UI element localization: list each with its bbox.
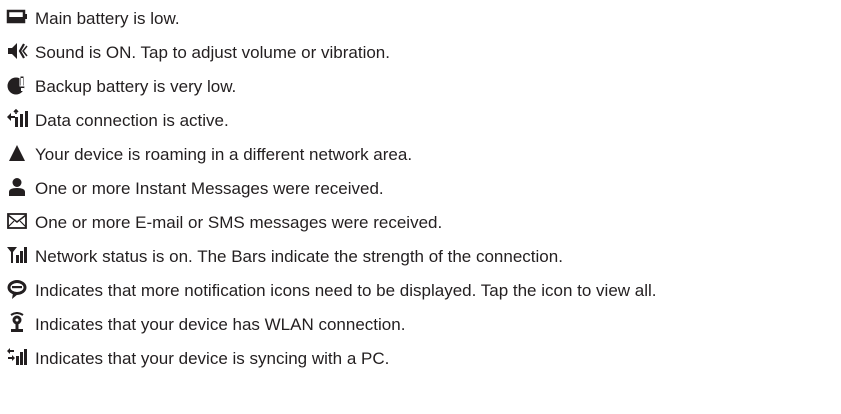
legend-item-text: Sound is ON. Tap to adjust volume or vib… <box>35 43 390 62</box>
low-battery-icon <box>6 6 28 28</box>
data-connection-icon <box>6 108 28 130</box>
legend-item-instant-messages: One or more Instant Messages were receiv… <box>0 170 841 204</box>
legend-item-text: Your device is roaming in a different ne… <box>35 145 413 164</box>
person-icon <box>6 176 28 198</box>
legend-item-roaming: Your device is roaming in a different ne… <box>0 136 841 170</box>
legend-item-network-status: Network status is on. The Bars indicate … <box>0 238 841 272</box>
legend-item-data-connection: Data connection is active. <box>0 102 841 136</box>
legend-item-text: Indicates that more notification icons n… <box>35 281 657 300</box>
backup-battery-icon <box>6 74 28 96</box>
legend-item-main-battery: Main battery is low. <box>0 0 841 34</box>
legend-item-text: One or more E-mail or SMS messages were … <box>35 213 443 232</box>
legend-item-email-sms: One or more E-mail or SMS messages were … <box>0 204 841 238</box>
legend-item-backup-battery: Backup battery is very low. <box>0 68 841 102</box>
legend-item-sound: Sound is ON. Tap to adjust volume or vib… <box>0 34 841 68</box>
legend-item-text: Data connection is active. <box>35 111 229 130</box>
sync-icon <box>6 346 28 368</box>
speaker-icon <box>6 40 28 62</box>
legend-item-text: One or more Instant Messages were receiv… <box>35 179 384 198</box>
signal-bars-icon <box>6 244 28 266</box>
legend-item-more-notifications: Indicates that more notification icons n… <box>0 272 841 306</box>
wlan-icon <box>6 312 28 334</box>
legend-item-text: Main battery is low. <box>35 9 180 28</box>
legend-item-wlan: Indicates that your device has WLAN conn… <box>0 306 841 340</box>
legend-item-text: Backup battery is very low. <box>35 77 237 96</box>
status-icon-legend: Main battery is low. Sound is ON. Tap to… <box>0 0 841 414</box>
speech-bubble-icon <box>6 278 28 300</box>
envelope-icon <box>6 210 28 232</box>
legend-item-text: Network status is on. The Bars indicate … <box>35 247 563 266</box>
legend-item-text: Indicates that your device is syncing wi… <box>35 349 390 368</box>
roaming-icon <box>6 142 28 164</box>
legend-item-text: Indicates that your device has WLAN conn… <box>35 315 406 334</box>
legend-item-syncing: Indicates that your device is syncing wi… <box>0 340 841 374</box>
